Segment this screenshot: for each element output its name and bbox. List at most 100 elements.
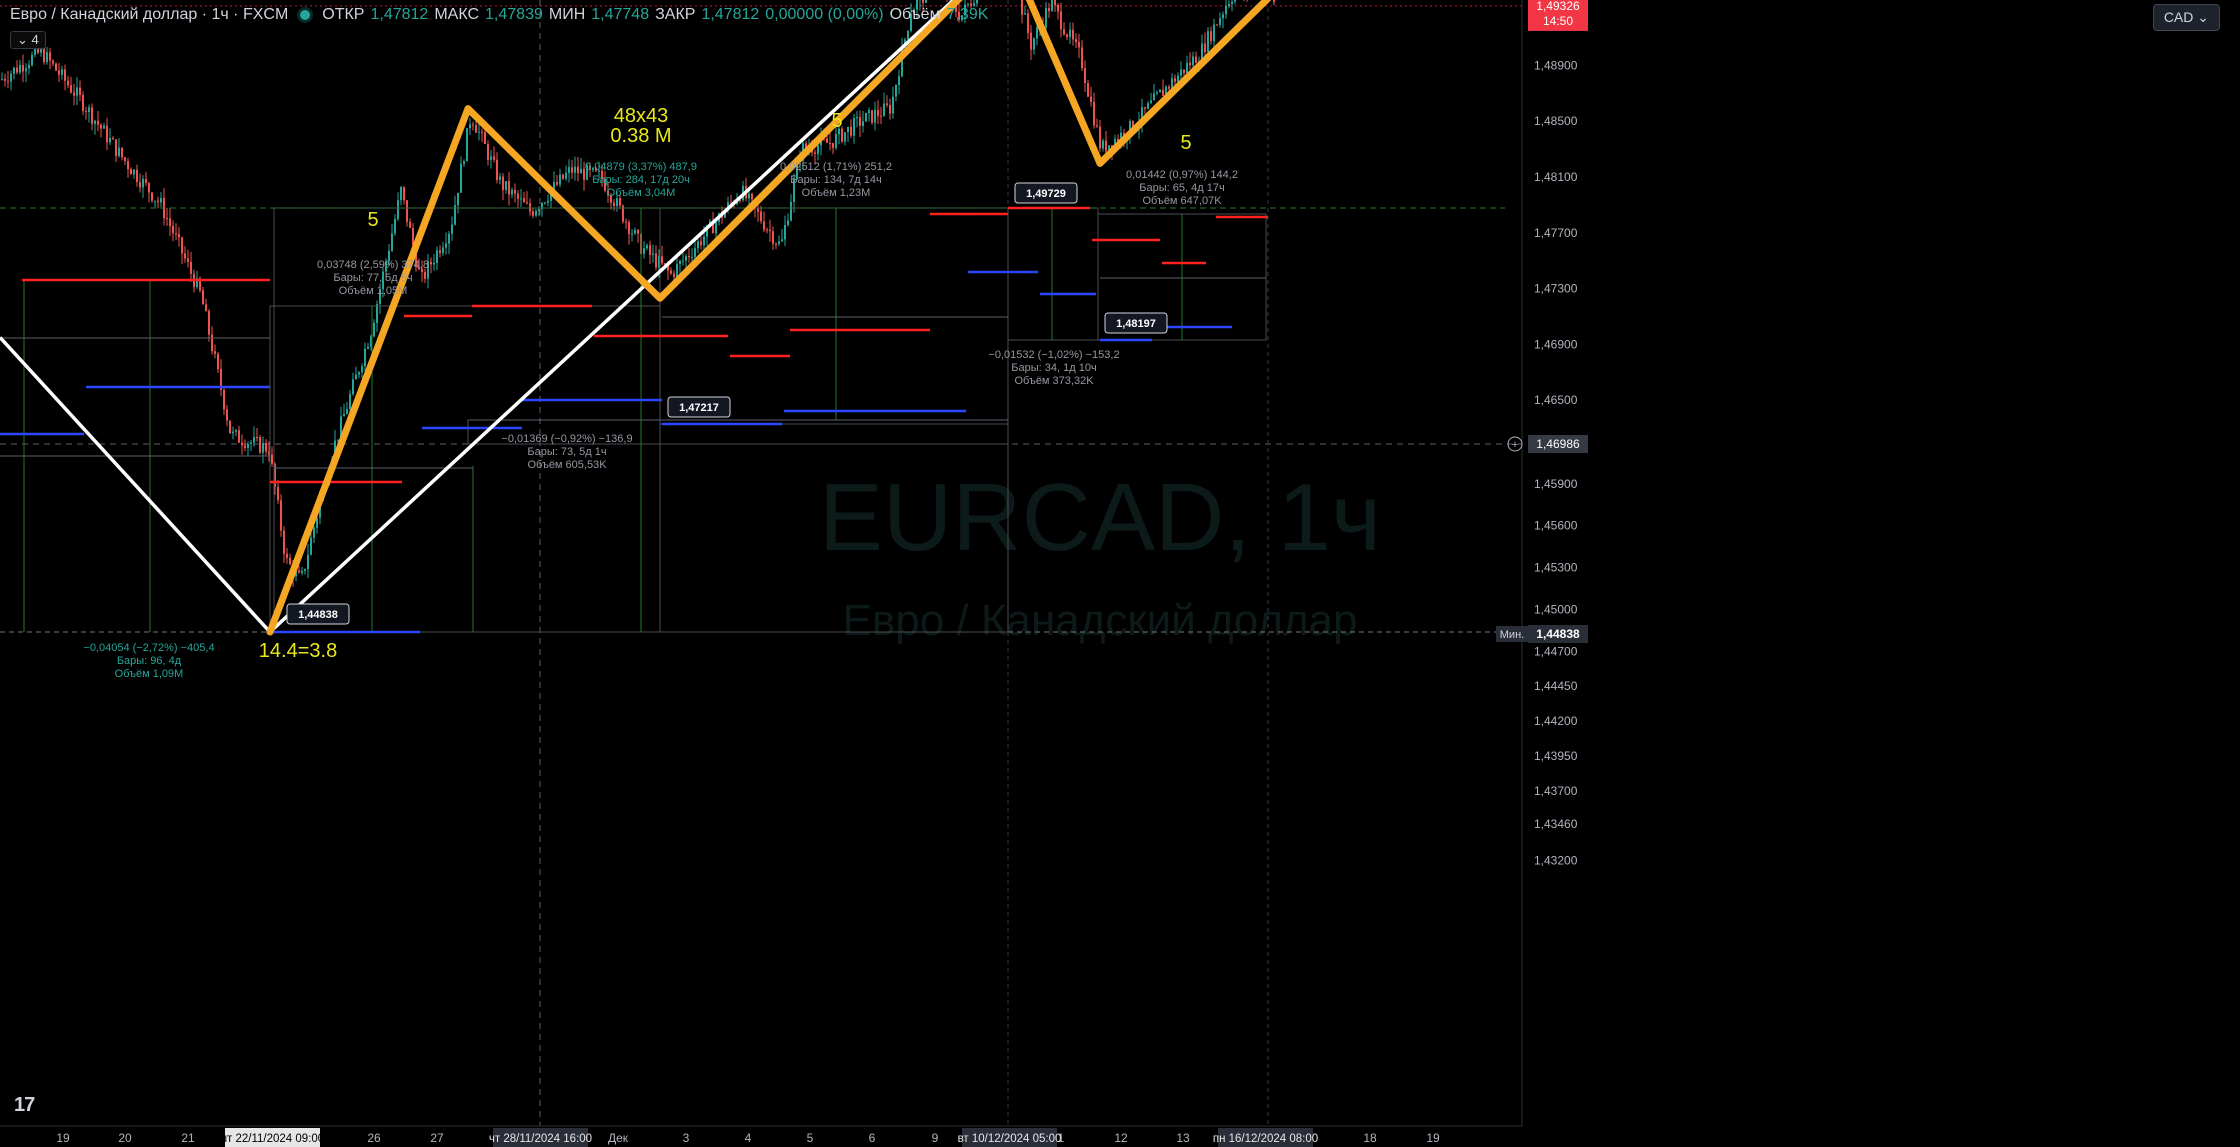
candle-body	[1048, 8, 1050, 11]
candle-body	[772, 231, 774, 244]
candle-body	[1057, 4, 1059, 12]
candle-body	[4, 78, 6, 81]
pivot-label: 1,44838	[298, 609, 338, 621]
candle-body	[1195, 56, 1197, 64]
candle-body	[127, 161, 129, 170]
candle-body	[874, 110, 876, 123]
candle-body	[97, 120, 99, 125]
candle-body	[1078, 41, 1080, 48]
candle-body	[748, 193, 750, 199]
candle-body	[118, 147, 120, 157]
y-tick-label: 1,46500	[1534, 393, 1578, 407]
candle-body	[877, 110, 879, 116]
candle-body	[298, 570, 300, 573]
y-tick-label: 1,47300	[1534, 282, 1578, 296]
candle-body	[1096, 125, 1098, 127]
measure-label: 0,02512 (1,71%) 251,2	[780, 161, 892, 173]
symbol-title[interactable]: Евро / Канадский доллар · 1ч · FXCM	[10, 6, 288, 24]
candle-body	[523, 198, 525, 203]
candle-body	[250, 442, 252, 444]
candle-body	[160, 198, 162, 203]
candle-body	[70, 85, 72, 93]
measure-label: Объём 3,04M	[607, 187, 676, 199]
candle-body	[1093, 101, 1095, 126]
candle-body	[1054, 0, 1056, 5]
candle-body	[1147, 103, 1149, 109]
candle-body	[238, 430, 240, 443]
x-tick-label: 26	[367, 1131, 381, 1145]
candle-body	[646, 245, 648, 249]
min-value-label: 1,44838	[1536, 627, 1580, 641]
candle-body	[229, 420, 231, 434]
candle-body	[508, 181, 510, 195]
price-chart[interactable]: EURCAD, 1ч Евро / Канадский доллар 1,448…	[0, 0, 2240, 1147]
watermark-name: Евро / Канадский доллар	[843, 596, 1358, 645]
candle-body	[862, 121, 864, 126]
measure-label: Бары: 65, 4д 17ч	[1139, 182, 1224, 194]
candle-body	[472, 124, 474, 126]
indicators-toggle-button[interactable]: ⌄ 4	[10, 31, 46, 49]
y-tick-label: 1,43200	[1534, 854, 1578, 868]
candle-body	[91, 107, 93, 124]
currency-button[interactable]: CAD ⌄	[2152, 4, 2220, 31]
candle-body	[166, 218, 168, 220]
candle-body	[349, 394, 351, 409]
candle-body	[529, 203, 531, 212]
measure-label: Бары: 284, 17д 20ч	[592, 174, 690, 186]
candle-body	[703, 236, 705, 246]
candle-body	[1021, 0, 1023, 15]
x-tick-label: 19	[1426, 1131, 1440, 1145]
candle-body	[574, 166, 576, 173]
y-tick-label: 1,47700	[1534, 226, 1578, 240]
candle-body	[283, 530, 285, 554]
candle-body	[235, 430, 237, 432]
candle-body	[181, 237, 183, 254]
candle-body	[907, 30, 909, 40]
candle-body	[1177, 75, 1179, 82]
volume-label: Объём	[889, 6, 941, 23]
measure-label: Объём 1,09M	[115, 668, 184, 680]
x-highlight-label: вт 10/12/2024 05:00	[958, 1133, 1062, 1145]
candle-body	[691, 256, 693, 258]
measure-label: Бары: 96, 4д	[117, 655, 182, 667]
candle-body	[502, 176, 504, 190]
pivot-label: 1,47217	[679, 402, 719, 414]
candle-body	[121, 147, 123, 158]
candle-body	[829, 142, 831, 144]
zigzag-point	[466, 106, 470, 111]
candle-body	[124, 157, 126, 162]
candle-body	[1036, 27, 1038, 39]
candle-body	[775, 243, 777, 245]
candle-body	[355, 374, 357, 380]
candle-body	[784, 225, 786, 240]
candle-body	[493, 156, 495, 160]
candle-body	[1216, 24, 1218, 26]
y-tick-label: 1,44450	[1534, 679, 1578, 693]
candle-body	[139, 182, 141, 188]
time-axis[interactable]: 19 20 21 26 27 Дек 3 4 5 6 9 1 12 13 18 19пт 22/11/2024…	[0, 1125, 2240, 1147]
x-tick-label: Дек	[608, 1131, 629, 1145]
low-value: 1,47748	[591, 6, 650, 23]
candle-body	[373, 322, 375, 337]
candle-body	[16, 67, 18, 73]
candle-body	[406, 200, 408, 222]
candle-body	[700, 241, 702, 246]
candle-body	[208, 311, 210, 335]
candle-body	[301, 570, 303, 573]
candle-body	[1087, 83, 1089, 97]
candle-body	[1192, 56, 1194, 66]
candle-body	[424, 271, 426, 279]
candle-body	[631, 233, 633, 235]
wave-count-label: 48x43	[614, 105, 669, 127]
candle-body	[790, 201, 792, 221]
candle-body	[469, 124, 471, 129]
open-value: 1,47812	[370, 6, 429, 23]
candle-body	[535, 210, 537, 216]
x-tick-label: 19	[56, 1131, 70, 1145]
candle-body	[190, 261, 192, 274]
candle-body	[10, 73, 12, 82]
add-alert-icon-glyph: +	[1512, 439, 1518, 451]
candle-body	[850, 126, 852, 136]
candle-body	[763, 221, 765, 230]
candle-body	[391, 233, 393, 251]
